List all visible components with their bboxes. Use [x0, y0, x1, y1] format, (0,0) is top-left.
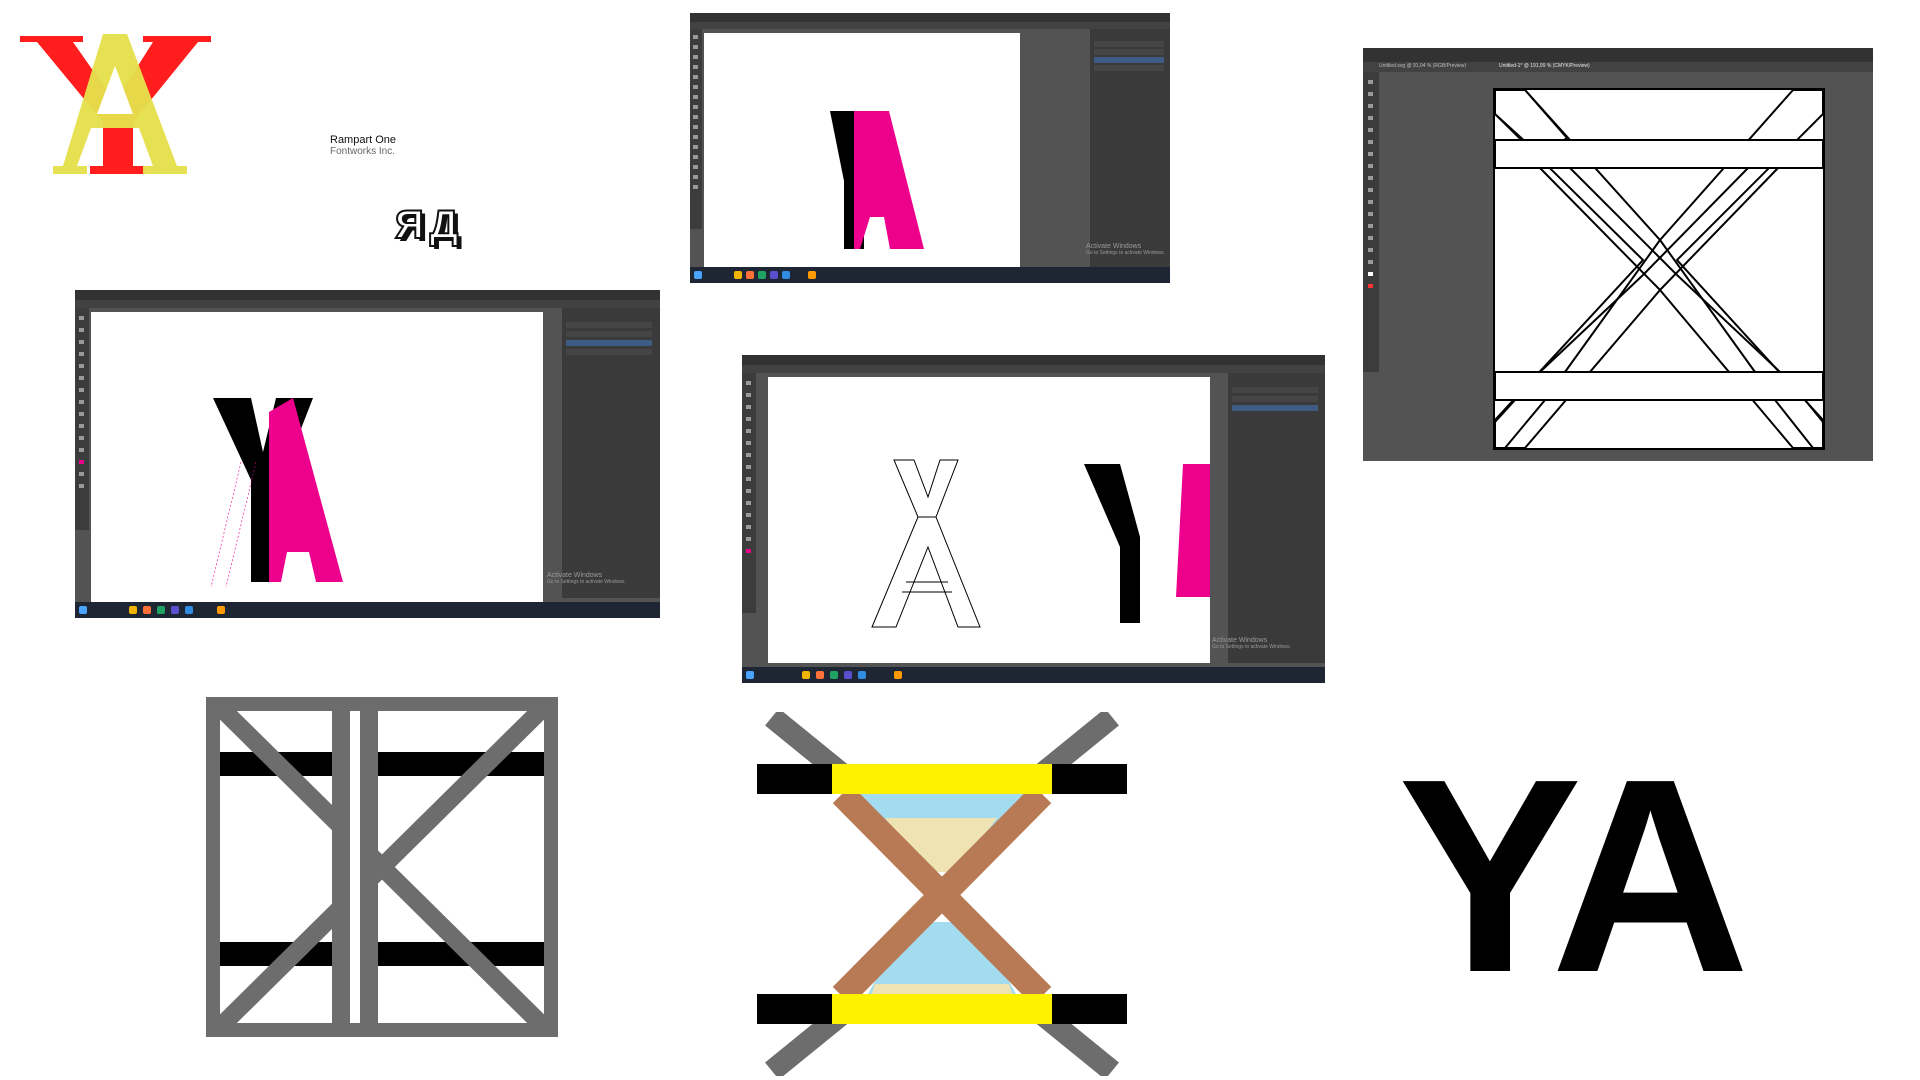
document-tab-bar: Untitled.svg @ 91,04 % (RGB/Preview) Unt… [1363, 62, 1873, 72]
document-tab-bar [75, 300, 660, 308]
ya-wordmark: YA [1398, 722, 1750, 1030]
gray-x-frame [206, 697, 558, 1037]
illustrator-screenshot-3: Activate Windows Go to Settings to activ… [742, 355, 1325, 683]
illustrator-screenshot-4: Untitled.svg @ 91,04 % (RGB/Preview) Unt… [1363, 48, 1873, 461]
font-foundry: Fontworks Inc. [330, 146, 396, 158]
artboard [768, 377, 1210, 663]
font-card: Rampart One Fontworks Inc. [330, 134, 396, 158]
menu-bar [742, 355, 1325, 365]
layers-panel [1090, 29, 1170, 267]
tools-panel [690, 29, 702, 229]
menu-bar [1363, 48, 1873, 62]
windows-taskbar [742, 667, 1325, 683]
tab-document-1[interactable]: Untitled.svg @ 91,04 % (RGB/Preview) [1379, 64, 1466, 69]
colored-hourglass [757, 712, 1127, 1076]
illustrator-screenshot-2: Activate Windows Go to Settings to activ… [75, 290, 660, 618]
tools-panel [742, 373, 756, 613]
windows-taskbar [690, 267, 1170, 283]
menu-bar [75, 290, 660, 300]
tools-panel [1363, 72, 1379, 372]
illustrator-screenshot-1: Activate Windows Go to Settings to activ… [690, 13, 1170, 283]
font-sample: ЯД [394, 203, 465, 247]
artboard [1493, 88, 1825, 450]
document-tab-bar [690, 22, 1170, 29]
font-name: Rampart One [330, 134, 397, 146]
activate-windows-watermark: Activate Windows Go to Settings to activ… [1086, 243, 1165, 256]
artboard [704, 33, 1020, 269]
layers-panel [562, 308, 660, 598]
document-tab-bar [742, 365, 1325, 373]
tab-document-2[interactable]: Untitled-1* @ 191,99 % (CMYK/Preview) [1499, 64, 1590, 69]
tools-panel [75, 308, 89, 530]
menu-bar [690, 13, 1170, 22]
activate-windows-watermark: Activate Windows Go to Settings to activ… [1212, 637, 1291, 650]
ya-monogram-red-yellow [20, 34, 211, 174]
activate-windows-watermark: Activate Windows Go to Settings to activ… [547, 572, 626, 585]
layers-panel [1228, 373, 1325, 663]
windows-taskbar [75, 602, 660, 618]
artboard [91, 312, 543, 602]
